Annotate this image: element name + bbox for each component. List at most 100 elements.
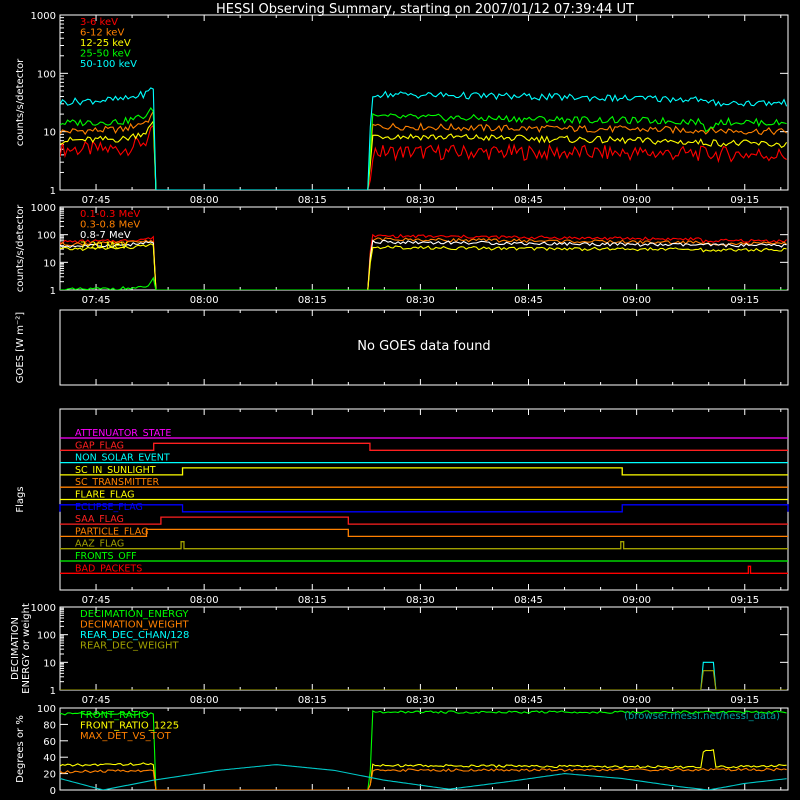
y-axis-label: GOES [W m⁻²] [15, 312, 26, 383]
flag-line-8 [60, 528, 788, 538]
legend-entry: DECIMATION_WEIGHT [80, 620, 189, 631]
series-line-4 [60, 276, 787, 290]
legend-entry: 7-20 MeV [80, 241, 128, 252]
y-axis-label: counts/s/detector [15, 204, 26, 292]
plot-area [60, 233, 787, 290]
legend-entry: FRONT_RATIO_1225 [80, 721, 179, 732]
series-line-1 [60, 109, 787, 190]
y-tick-label: 1000 [31, 603, 56, 614]
flag-line-1 [60, 442, 788, 451]
flag-label: PARTICLE_FLAG [75, 526, 148, 537]
legend-entry: DECIMATION_ENERGY [80, 609, 189, 620]
series-line-4 [60, 87, 788, 190]
x-tick-label: 08:45 [514, 295, 543, 306]
x-tick-label: 08:45 [514, 595, 543, 606]
panel-1: counts/s/detector 07:45 08:00 08:15 08:30 08:… [15, 11, 789, 206]
y-tick-label: 1 [50, 686, 56, 697]
x-tick-label: 08:30 [406, 295, 435, 306]
y-tick-label: 100 [37, 631, 56, 642]
flag-line-6 [59, 504, 789, 513]
y-axis-label: Flags [15, 486, 26, 512]
y-tick-label: 1 [50, 186, 56, 197]
flag-label: FRONTS_OFF [75, 551, 137, 562]
legend-entry: 0.3-0.8 MeV [80, 220, 140, 231]
x-tick-label: 07:45 [82, 595, 111, 606]
x-tick-label: 09:15 [730, 595, 759, 606]
flag-label: AAZ_FLAG [75, 539, 124, 550]
panel-6: Degrees or % 0 20 40 60 80 100 FRONT_RATIOFRONT… [15, 704, 789, 797]
x-tick-label: 09:15 [730, 695, 759, 706]
y-tick-label: 100 [37, 704, 56, 715]
legend-entry: FRONT_RATIO [80, 710, 149, 721]
y-tick-label: 20 [43, 770, 56, 781]
legend-entry: 0.1-0.3 MeV [80, 209, 140, 220]
x-tick-label: 08:15 [298, 295, 327, 306]
series-line-3 [60, 670, 787, 690]
flag-label: BAD_PACKETS [75, 563, 142, 574]
x-tick-label: 07:45 [82, 295, 111, 306]
x-tick-label: 09:15 [730, 195, 759, 206]
legend-entry: MAX_DET_VS_TOT [80, 731, 172, 742]
y-tick-label: 40 [43, 753, 56, 764]
legend-entry: 25-50 keV [80, 49, 131, 60]
y-tick-label: 60 [43, 737, 56, 748]
x-tick-label: 08:15 [298, 595, 327, 606]
flag-label: NON_SOLAR_EVENT [75, 453, 170, 464]
legend-entry: REAR_DEC_CHAN/128 [80, 630, 189, 641]
x-tick-label: 08:00 [190, 295, 219, 306]
x-tick-label: 08:30 [406, 595, 435, 606]
y-axis-label: ENERGY or weight [21, 603, 32, 694]
series-line-2 [60, 661, 787, 690]
panel-5: DECIMATION ENERGY or weight 07:45 08:00 08:1… [10, 603, 789, 706]
series-line-0 [60, 233, 787, 290]
x-tick-label: 08:15 [298, 695, 327, 706]
panel-frame [59, 14, 789, 191]
source-annotation: (browser.rhessi.net/hessi_data) [624, 711, 780, 722]
x-tick-label: 09:00 [622, 695, 651, 706]
x-tick-label: 07:45 [82, 695, 111, 706]
flag-line-9 [60, 541, 788, 550]
x-tick-label: 08:45 [514, 195, 543, 206]
panel-4: Flags 07:45 08:00 08:15 08:30 08:45 09:00 09:15… [15, 408, 789, 606]
plot-area [60, 661, 787, 690]
legend-entry: 3-6 keV [80, 17, 118, 28]
y-tick-label: 1 [50, 286, 56, 297]
no-data-message: No GOES data found [357, 339, 490, 354]
y-tick-label: 100 [37, 69, 56, 80]
flag-label: ATTENUATOR_STATE [75, 428, 171, 439]
y-tick-label: 1000 [31, 203, 56, 214]
y-axis-label: DECIMATION [10, 617, 21, 680]
x-tick-label: 08:45 [514, 695, 543, 706]
legend-entry: 6-12 keV [80, 28, 124, 39]
x-tick-label: 08:15 [298, 195, 327, 206]
series-line-1 [60, 237, 787, 290]
y-tick-label: 1000 [31, 11, 56, 22]
flag-label: ECLIPSE_FLAG [75, 502, 143, 513]
x-tick-label: 08:00 [190, 195, 219, 206]
flag-label: FLARE_FLAG [75, 490, 135, 501]
y-tick-label: 10 [43, 128, 56, 139]
y-axis-label: Degrees or % [15, 715, 26, 783]
hessi-summary-figure: HESSI Observing Summary, starting on 200… [10, 2, 789, 797]
panel-3: GOES [W m⁻²] No GOES data found [15, 309, 789, 386]
x-tick-label: 09:00 [622, 195, 651, 206]
y-tick-label: 0 [50, 786, 56, 797]
series-line-3 [60, 107, 787, 190]
y-axis-label: counts/s/detector [15, 58, 26, 146]
y-tick-label: 100 [37, 231, 56, 242]
plot-area [60, 87, 788, 190]
legend-entry: 50-100 keV [80, 59, 137, 70]
legend-entry: 0.8-7 MeV [80, 230, 131, 241]
flag-line-3 [60, 467, 788, 476]
y-tick-label: 80 [43, 720, 56, 731]
series-line-2 [60, 239, 787, 290]
x-tick-label: 09:15 [730, 295, 759, 306]
flag-label: GAP_FLAG [75, 440, 124, 451]
x-tick-label: 09:00 [622, 595, 651, 606]
y-tick-label: 10 [43, 258, 56, 269]
y-tick-label: 10 [43, 658, 56, 669]
x-tick-label: 08:00 [190, 595, 219, 606]
flag-line-7 [60, 516, 788, 525]
x-tick-label: 08:00 [190, 695, 219, 706]
legend-entry: 12-25 keV [80, 38, 131, 49]
